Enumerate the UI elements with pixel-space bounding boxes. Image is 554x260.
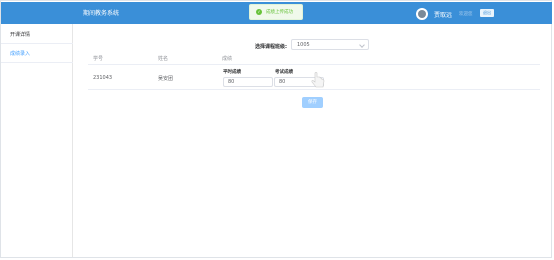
chevron-down-icon bbox=[359, 42, 365, 48]
user-greeting: 欢迎您 bbox=[459, 12, 473, 17]
user-name: 贾取远 bbox=[434, 12, 453, 19]
save-button[interactable]: 保存 bbox=[302, 97, 323, 108]
course-select-label: 选择课程班级: bbox=[255, 44, 288, 50]
cell-student-id: 231043 bbox=[93, 75, 113, 81]
app-title: 期间教务系统 bbox=[83, 10, 120, 17]
check-circle-icon: ✓ bbox=[256, 9, 262, 15]
table-row-divider bbox=[88, 89, 540, 90]
course-select-value: 1005 bbox=[297, 42, 310, 48]
logout-button[interactable]: 退出 bbox=[480, 9, 494, 17]
avatar-icon bbox=[418, 10, 426, 18]
usual-score-label: 平时成绩 bbox=[223, 70, 241, 75]
success-toast: ✓ 成绩上传成功 bbox=[249, 4, 303, 20]
table-header-divider bbox=[88, 64, 540, 65]
sidebar-item-course-details[interactable]: 开课详情 bbox=[1, 26, 73, 44]
hand-cursor-icon bbox=[311, 72, 325, 88]
main-content bbox=[74, 24, 551, 257]
column-header-name: 姓名 bbox=[158, 56, 169, 62]
course-select[interactable]: 1005 bbox=[291, 39, 369, 50]
column-header-grade: 成绩 bbox=[222, 56, 233, 62]
user-avatar[interactable] bbox=[416, 8, 428, 20]
usual-score-input[interactable]: 80 bbox=[223, 77, 273, 87]
sidebar: 开课详情 成绩录入 bbox=[1, 24, 73, 257]
cell-student-name: 吴安团 bbox=[158, 76, 174, 82]
toast-message: 成绩上传成功 bbox=[266, 10, 293, 15]
exam-score-label: 考试成绩 bbox=[275, 70, 293, 75]
sidebar-item-grade-entry[interactable]: 成绩录入 bbox=[1, 45, 73, 63]
column-header-student-id: 学号 bbox=[93, 56, 104, 62]
